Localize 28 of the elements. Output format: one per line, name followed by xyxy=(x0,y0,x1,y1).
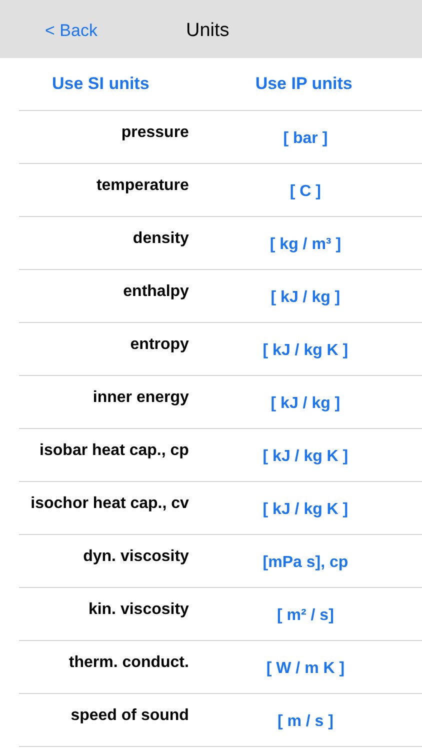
unit-button[interactable]: [ kg / m³ ] xyxy=(270,233,342,257)
unit-button[interactable]: [ kJ / kg ] xyxy=(270,392,340,416)
unit-system-button[interactable]: Use IP units xyxy=(255,71,352,97)
quantity-label: isochor heat cap., cv xyxy=(30,494,189,514)
quantity-label: temperature xyxy=(96,176,189,196)
quantity-label: pressure xyxy=(121,123,189,143)
quantity-label: density xyxy=(132,229,189,249)
quantity-label: kin. viscosity xyxy=(88,600,189,620)
quantity-label: enthalpy xyxy=(123,282,189,302)
unit-button[interactable]: [ m² / s] xyxy=(277,604,334,628)
unit-button[interactable]: [ kJ / kg K ] xyxy=(262,498,348,522)
quantity-label: isobar heat cap., cp xyxy=(40,441,189,461)
quantity-label: entropy xyxy=(130,335,189,355)
screen-title: Units xyxy=(186,19,230,43)
quantity-label: inner energy xyxy=(92,388,189,408)
unit-button[interactable]: [ kJ / kg K ] xyxy=(262,339,348,363)
unit-button[interactable]: [ C ] xyxy=(290,180,322,204)
quantity-label: dyn. viscosity xyxy=(83,547,189,567)
unit-button[interactable]: [mPa s], cp xyxy=(262,551,348,575)
quantity-label: therm. conduct. xyxy=(68,653,189,673)
quantity-label: speed of sound xyxy=(70,706,189,726)
unit-system-button[interactable]: Use SI units xyxy=(52,71,150,97)
unit-button[interactable]: [ m / s ] xyxy=(277,710,334,734)
unit-button[interactable]: [ bar ] xyxy=(283,127,328,151)
unit-button[interactable]: [ W / m K ] xyxy=(266,657,345,681)
back-button[interactable]: < Back xyxy=(45,18,98,44)
unit-button[interactable]: [ kJ / kg K ] xyxy=(262,445,348,469)
unit-button[interactable]: [ kJ / kg ] xyxy=(270,286,340,310)
